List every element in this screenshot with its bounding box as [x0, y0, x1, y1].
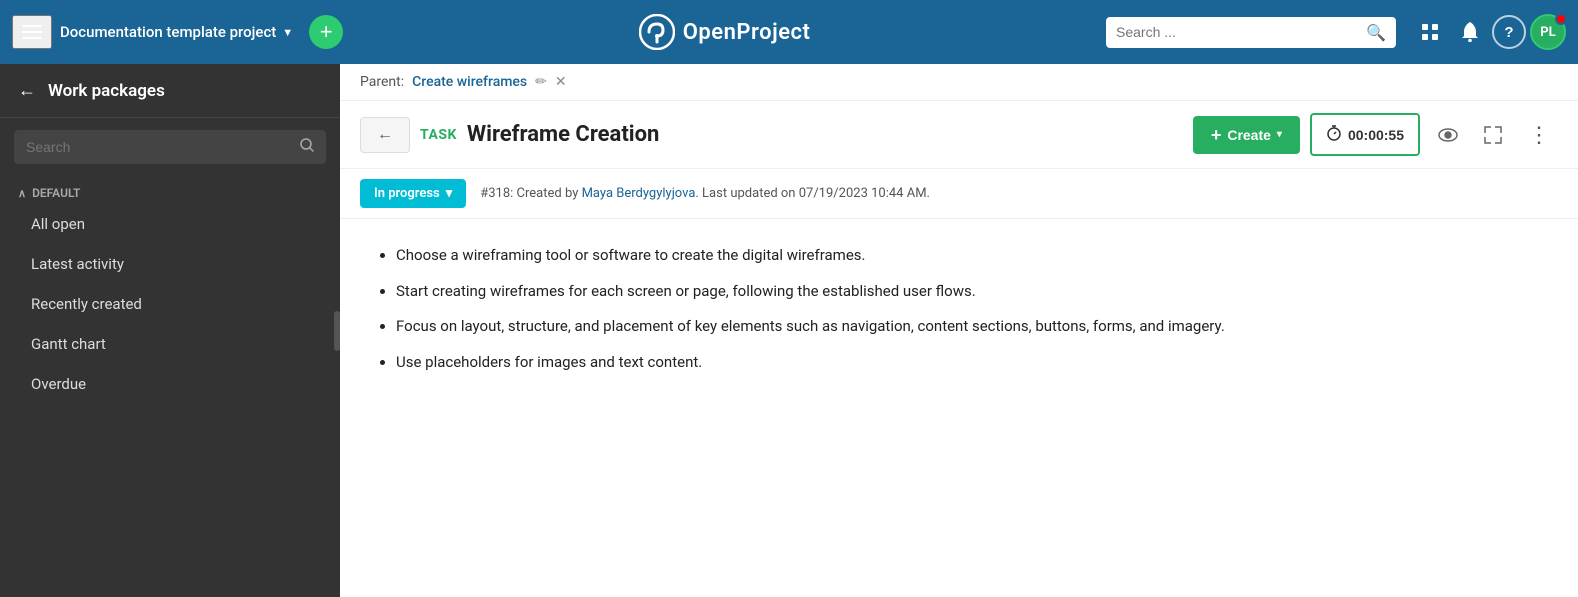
- search-icon: 🔍: [1366, 23, 1386, 42]
- expand-icon: [1484, 126, 1502, 144]
- sidebar-item-gantt-chart[interactable]: Gantt chart: [0, 324, 340, 364]
- sidebar-search-box: [14, 130, 326, 164]
- hamburger-menu-button[interactable]: [12, 15, 52, 49]
- parent-label-text: Parent:: [360, 74, 404, 90]
- content-area: Parent: Create wireframes ✏ ✕ ← TASK Wir…: [340, 64, 1578, 597]
- create-button-label: Create: [1227, 127, 1271, 143]
- sidebar-search-input[interactable]: [26, 139, 292, 155]
- sidebar-search-icon: [300, 138, 314, 156]
- sidebar-back-button[interactable]: ←: [18, 80, 36, 101]
- list-item: Choose a wireframing tool or software to…: [396, 243, 1546, 269]
- create-dropdown-arrow-icon: ▾: [1277, 129, 1282, 140]
- sidebar-item-latest-activity[interactable]: Latest activity: [0, 244, 340, 284]
- timer-button[interactable]: 00:00:55: [1310, 113, 1420, 156]
- task-type-badge: TASK: [420, 127, 457, 143]
- notifications-button[interactable]: [1452, 14, 1488, 50]
- more-icon: ⋮: [1528, 124, 1550, 146]
- grid-menu-button[interactable]: [1412, 14, 1448, 50]
- bullet-text-1: Choose a wireframing tool or software to…: [396, 246, 865, 264]
- project-dropdown-arrow-icon: ▼: [282, 26, 293, 39]
- task-title: Wireframe Creation: [467, 122, 1183, 147]
- back-icon: ←: [377, 126, 393, 143]
- project-title-text: Documentation template project: [60, 23, 276, 41]
- eye-icon: [1438, 128, 1458, 142]
- global-add-button[interactable]: +: [309, 15, 343, 49]
- user-avatar[interactable]: PL: [1530, 14, 1566, 50]
- content-body: Choose a wireframing tool or software to…: [340, 219, 1578, 597]
- app-logo-text: OpenProject: [683, 20, 811, 45]
- nav-icon-group: ? PL: [1412, 14, 1566, 50]
- create-button[interactable]: + Create ▾: [1193, 116, 1300, 154]
- sidebar-item-recently-created[interactable]: Recently created: [0, 284, 340, 324]
- bell-icon: [1461, 22, 1479, 42]
- sidebar-item-overdue[interactable]: Overdue: [0, 364, 340, 404]
- back-arrow-icon: ←: [18, 80, 36, 101]
- bullet-text-2: Start creating wireframes for each scree…: [396, 282, 976, 300]
- global-search-box: 🔍: [1106, 17, 1396, 48]
- bullet-text-4: Use placeholders for images and text con…: [396, 353, 702, 371]
- sidebar-resize-handle[interactable]: [334, 311, 340, 351]
- help-icon: ?: [1504, 24, 1513, 41]
- sidebar: ← Work packages ∧ DEFAULT All open Lates…: [0, 64, 340, 597]
- list-item: Use placeholders for images and text con…: [396, 350, 1546, 376]
- grid-icon: [1421, 23, 1439, 41]
- list-item: Start creating wireframes for each scree…: [396, 279, 1546, 305]
- status-bar: In progress ▾ #318: Created by Maya Berd…: [340, 169, 1578, 219]
- content-back-button[interactable]: ←: [360, 117, 410, 153]
- list-item: Focus on layout, structure, and placemen…: [396, 314, 1546, 340]
- global-search-input[interactable]: [1116, 24, 1360, 40]
- updated-info: . Last updated on 07/19/2023 10:44 AM.: [695, 186, 930, 201]
- plus-icon: +: [320, 19, 333, 45]
- openproject-logo-icon: [639, 14, 675, 50]
- sidebar-section-text: DEFAULT: [32, 186, 80, 200]
- status-dropdown-arrow-icon: ▾: [446, 186, 453, 201]
- watch-button[interactable]: [1430, 120, 1466, 150]
- avatar-notification-badge: [1555, 13, 1567, 25]
- avatar-initials: PL: [1540, 25, 1555, 40]
- sidebar-section-label: ∧ DEFAULT: [0, 176, 340, 204]
- expand-button[interactable]: [1476, 118, 1510, 152]
- top-navigation: Documentation template project ▼ + OpenP…: [0, 0, 1578, 64]
- content-toolbar: ← TASK Wireframe Creation + Create ▾: [340, 101, 1578, 169]
- status-info: #318: Created by Maya Berdygylyjova. Las…: [480, 186, 930, 201]
- work-package-id: #318: Created by: [480, 186, 581, 201]
- more-options-button[interactable]: ⋮: [1520, 116, 1558, 154]
- project-title-button[interactable]: Documentation template project ▼: [60, 23, 293, 41]
- main-layout: ← Work packages ∧ DEFAULT All open Lates…: [0, 64, 1578, 597]
- status-badge[interactable]: In progress ▾: [360, 179, 466, 208]
- app-logo: OpenProject: [351, 14, 1098, 50]
- parent-bar: Parent: Create wireframes ✏ ✕: [340, 64, 1578, 101]
- status-label: In progress: [374, 186, 440, 201]
- task-description-list: Choose a wireframing tool or software to…: [372, 243, 1546, 375]
- sidebar-header: ← Work packages: [0, 64, 340, 118]
- sidebar-section-chevron-icon: ∧: [18, 187, 26, 200]
- create-plus-icon: +: [1211, 126, 1222, 144]
- bullet-text-3: Focus on layout, structure, and placemen…: [396, 317, 1225, 335]
- parent-edit-icon[interactable]: ✏: [535, 74, 547, 90]
- creator-link[interactable]: Maya Berdygylyjova: [582, 186, 696, 201]
- sidebar-item-all-open[interactable]: All open: [0, 204, 340, 244]
- parent-link[interactable]: Create wireframes: [412, 74, 527, 90]
- timer-icon: [1326, 125, 1342, 144]
- sidebar-title: Work packages: [48, 81, 165, 101]
- help-button[interactable]: ?: [1492, 15, 1526, 49]
- timer-value: 00:00:55: [1348, 127, 1404, 143]
- parent-close-icon[interactable]: ✕: [555, 74, 567, 90]
